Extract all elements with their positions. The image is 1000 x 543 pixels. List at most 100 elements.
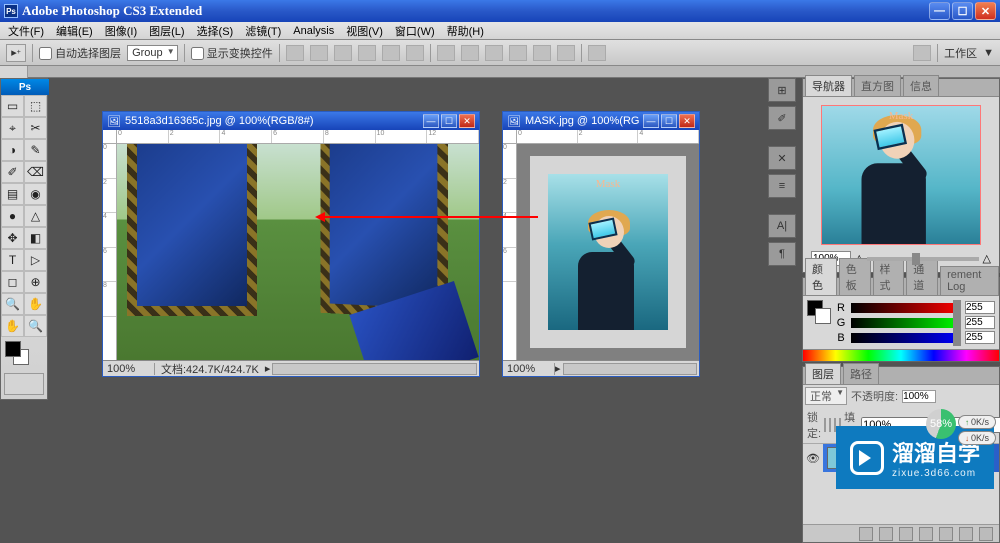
r-slider[interactable] xyxy=(851,303,961,313)
align-icon[interactable] xyxy=(334,45,352,61)
doc-maximize-button[interactable]: ☐ xyxy=(441,114,457,128)
hand-tool[interactable]: ✋ xyxy=(1,315,24,337)
type-tool[interactable]: ▷ xyxy=(24,249,47,271)
fx-icon[interactable] xyxy=(879,527,893,541)
hscrollbar[interactable] xyxy=(563,363,697,375)
path-tool[interactable]: ◻ xyxy=(1,271,24,293)
dock-icon[interactable]: ¶ xyxy=(768,242,796,266)
zoom-tool[interactable]: 🔍 xyxy=(24,315,47,337)
arrange-icon[interactable] xyxy=(588,45,606,61)
doc-tab[interactable] xyxy=(0,66,28,78)
color-swatch-pair[interactable] xyxy=(807,300,831,324)
doc-maximize-button[interactable]: ☐ xyxy=(661,114,677,128)
layers-tab[interactable]: 图层 xyxy=(805,363,841,384)
menu-edit[interactable]: 编辑(E) xyxy=(50,21,99,41)
dock-icon[interactable]: ≡ xyxy=(768,174,796,198)
align-icon[interactable] xyxy=(310,45,328,61)
wand-tool[interactable]: ✂ xyxy=(24,117,47,139)
eyedropper-tool[interactable]: ✋ xyxy=(24,293,47,315)
menu-view[interactable]: 视图(V) xyxy=(340,21,389,41)
doc-minimize-button[interactable]: — xyxy=(643,114,659,128)
zoom-in-icon[interactable]: △ xyxy=(983,252,991,265)
auto-select-checkbox[interactable]: 自动选择图层 xyxy=(39,45,121,61)
stamp-tool[interactable]: ▤ xyxy=(1,183,24,205)
lock-pixels-icon[interactable] xyxy=(829,418,831,432)
canvas[interactable]: Mask xyxy=(517,144,699,360)
delete-layer-icon[interactable] xyxy=(979,527,993,541)
doc-close-button[interactable]: ✕ xyxy=(459,114,475,128)
menu-select[interactable]: 选择(S) xyxy=(191,21,240,41)
status-arrow-icon[interactable]: ▸ xyxy=(265,362,271,375)
doc-zoom[interactable]: 100% xyxy=(103,363,155,375)
align-icon[interactable] xyxy=(358,45,376,61)
slice-tool[interactable]: ✎ xyxy=(24,139,47,161)
menu-layer[interactable]: 图层(L) xyxy=(143,21,190,41)
quick-mask-toggle[interactable] xyxy=(4,373,44,395)
document-window-2[interactable]: 🖼 MASK.jpg @ 100%(RGB... — ☐ ✕ 0 2 4 024… xyxy=(502,111,700,377)
menu-analysis[interactable]: Analysis xyxy=(287,23,340,39)
move-tool[interactable]: ▭ xyxy=(1,95,24,117)
history-brush-tool[interactable]: ◉ xyxy=(24,183,47,205)
heal-tool[interactable]: ✐ xyxy=(1,161,24,183)
g-input[interactable] xyxy=(965,316,995,329)
crop-tool[interactable]: ◑ xyxy=(1,139,24,161)
blur-tool[interactable]: ✥ xyxy=(1,227,24,249)
distribute-icon[interactable] xyxy=(557,45,575,61)
color-tab[interactable]: 颜色 xyxy=(805,258,837,295)
brush-tool[interactable]: ⌫ xyxy=(24,161,47,183)
dock-icon[interactable]: ⊞ xyxy=(768,78,796,102)
menu-file[interactable]: 文件(F) xyxy=(2,21,50,41)
window-maximize-button[interactable]: ☐ xyxy=(952,2,973,20)
show-transform-checkbox[interactable]: 显示变换控件 xyxy=(191,45,273,61)
eraser-tool[interactable]: ● xyxy=(1,205,24,227)
distribute-icon[interactable] xyxy=(485,45,503,61)
gradient-tool[interactable]: △ xyxy=(24,205,47,227)
canvas[interactable] xyxy=(117,144,479,360)
b-slider[interactable] xyxy=(851,333,961,343)
b-input[interactable] xyxy=(965,331,995,344)
opacity-input[interactable] xyxy=(902,390,936,403)
menu-help[interactable]: 帮助(H) xyxy=(441,21,490,41)
menu-window[interactable]: 窗口(W) xyxy=(389,21,441,41)
distribute-icon[interactable] xyxy=(509,45,527,61)
mask-icon[interactable] xyxy=(899,527,913,541)
align-icon[interactable] xyxy=(382,45,400,61)
histogram-tab[interactable]: 直方图 xyxy=(854,75,901,96)
align-icon[interactable] xyxy=(406,45,424,61)
doc-close-button[interactable]: ✕ xyxy=(679,114,695,128)
r-input[interactable] xyxy=(965,301,995,314)
bridge-icon[interactable] xyxy=(913,45,931,61)
menu-image[interactable]: 图像(I) xyxy=(99,21,143,41)
dock-icon[interactable]: ✐ xyxy=(768,106,796,130)
dodge-tool[interactable]: ◧ xyxy=(24,227,47,249)
align-icon[interactable] xyxy=(286,45,304,61)
swatches-tab[interactable]: 色板 xyxy=(839,258,871,295)
distribute-icon[interactable] xyxy=(533,45,551,61)
info-tab[interactable]: 信息 xyxy=(903,75,939,96)
new-layer-icon[interactable] xyxy=(959,527,973,541)
blend-mode-dropdown[interactable]: 正常 xyxy=(805,387,847,405)
paths-tab[interactable]: 路径 xyxy=(843,363,879,384)
shape-tool[interactable]: ⊕ xyxy=(24,271,47,293)
notes-tool[interactable]: 🔍 xyxy=(1,293,24,315)
dock-icon[interactable]: ✕ xyxy=(768,146,796,170)
foreground-swatch[interactable] xyxy=(5,341,21,357)
lasso-tool[interactable]: ⌖ xyxy=(1,117,24,139)
status-arrow-icon[interactable]: ▸ xyxy=(555,362,561,375)
menu-filter[interactable]: 滤镜(T) xyxy=(239,21,287,41)
navigator-tab[interactable]: 导航器 xyxy=(805,75,852,96)
dock-icon[interactable]: A| xyxy=(768,214,796,238)
color-swatches[interactable] xyxy=(1,337,47,369)
styles-tab[interactable]: 样式 xyxy=(873,258,905,295)
color-spectrum[interactable] xyxy=(803,349,999,361)
distribute-icon[interactable] xyxy=(437,45,455,61)
auto-select-dropdown[interactable]: Group xyxy=(127,45,178,61)
pen-tool[interactable]: T xyxy=(1,249,24,271)
hscrollbar[interactable] xyxy=(272,363,477,375)
lock-trans-icon[interactable] xyxy=(824,418,826,432)
navigator-zoom-slider[interactable] xyxy=(867,257,978,261)
tool-indicator[interactable]: ▸+ xyxy=(6,44,26,62)
workspace-dropdown-icon[interactable]: ▼ xyxy=(983,47,994,59)
document-window-1[interactable]: 🖼 5518a3d16365c.jpg @ 100%(RGB/8#) — ☐ ✕… xyxy=(102,111,480,377)
doc-minimize-button[interactable]: — xyxy=(423,114,439,128)
